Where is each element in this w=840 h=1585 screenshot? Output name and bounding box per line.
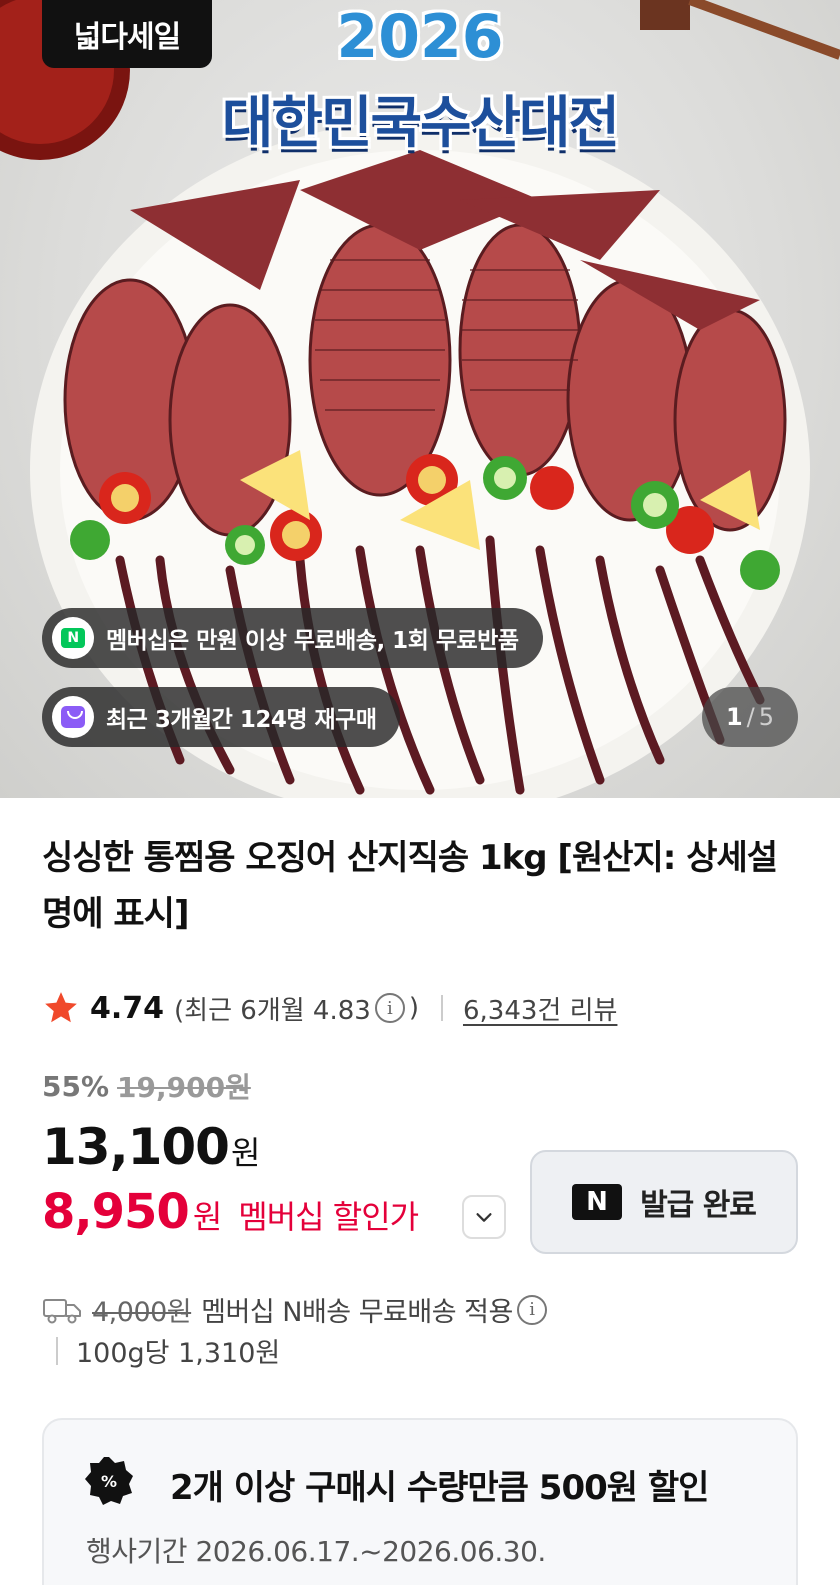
image-counter-separator: / bbox=[746, 703, 755, 731]
shipping-row: 4,000원 멤버십 N배송 무료배송 적용 i bbox=[42, 1290, 551, 1329]
svg-text:%: % bbox=[101, 1472, 117, 1491]
repurchase-text: 최근 3개월간 124명 재구매 bbox=[106, 707, 377, 733]
membership-benefit-text: 멤버십은 만원 이상 무료배송, 1회 무료반품 bbox=[106, 628, 519, 654]
rating-row: 4.74 (최근 6개월 4.83 i ) 6,343건 리뷰 bbox=[42, 988, 617, 1028]
chevron-down-icon bbox=[476, 1213, 492, 1222]
promotion-period: 행사기간 2026.06.17.~2026.06.30. bbox=[86, 1535, 546, 1568]
original-price: 19,900원 bbox=[117, 1071, 251, 1104]
sale-price: 13,100 원 bbox=[42, 1118, 260, 1176]
discount-rate: 55% bbox=[42, 1069, 110, 1103]
image-counter-current: 1 bbox=[725, 703, 743, 731]
rating-value: 4.74 bbox=[90, 990, 165, 1026]
discount-row: 55% 19,900원 bbox=[42, 1066, 251, 1106]
image-counter: 1 / 5 bbox=[702, 687, 798, 747]
naver-n-icon: N bbox=[572, 1184, 623, 1220]
recent-rating-close: ) bbox=[408, 993, 419, 1023]
image-counter-total: 5 bbox=[758, 703, 775, 731]
membership-benefit-pill: N 멤버십은 만원 이상 무료배송, 1회 무료반품 bbox=[42, 608, 543, 668]
coupon-button-label: 발급 완료 bbox=[640, 1188, 757, 1223]
unit-price: 100g당 1,310원 bbox=[76, 1338, 281, 1369]
sale-price-unit: 원 bbox=[230, 1134, 261, 1172]
product-title: 싱싱한 통찜용 오징어 산지직송 1kg [원산지: 상세설명에 표시] bbox=[42, 838, 778, 934]
review-count-link[interactable]: 6,343건 리뷰 bbox=[463, 990, 617, 1027]
sale-price-value: 13,100 bbox=[42, 1118, 230, 1176]
event-title-logo: 대한민국수산대전 bbox=[221, 91, 620, 156]
recent-rating: (최근 6개월 4.83 bbox=[174, 995, 371, 1026]
promotion-card[interactable]: % 2개 이상 구매시 수량만큼 500원 할인 행사기간 2026.06.17… bbox=[42, 1418, 798, 1585]
percent-badge-icon: % bbox=[85, 1457, 133, 1505]
product-image-carousel[interactable]: 넓다세일 2026 대한민국수산대전 N 멤버십은 만원 이상 무료배송, 1회… bbox=[0, 0, 840, 798]
coupon-issued-button[interactable]: N 발급 완료 bbox=[530, 1150, 798, 1254]
n-delivery-icon: N bbox=[52, 617, 94, 659]
star-icon bbox=[45, 992, 77, 1023]
member-price-unit: 원 bbox=[192, 1198, 223, 1236]
event-year-logo: 2026 bbox=[336, 2, 504, 72]
member-price-value: 8,950 bbox=[42, 1184, 190, 1240]
promotion-text: 2개 이상 구매시 수량만큼 500원 할인 bbox=[170, 1468, 709, 1508]
shopping-bag-icon bbox=[52, 696, 94, 738]
member-price-dropdown[interactable] bbox=[462, 1195, 506, 1239]
truck-icon bbox=[43, 1298, 81, 1323]
info-icon[interactable]: i bbox=[374, 993, 405, 1023]
repurchase-pill: 최근 3개월간 124명 재구매 bbox=[42, 687, 401, 747]
divider bbox=[56, 1336, 58, 1365]
unit-price-row: 100g당 1,310원 bbox=[56, 1331, 280, 1370]
member-price-label: 멤버십 할인가 bbox=[238, 1198, 419, 1236]
member-price: 8,950 원 멤버십 할인가 bbox=[42, 1184, 419, 1240]
shipping-original-fee: 4,000원 bbox=[92, 1297, 192, 1328]
shipping-info-icon[interactable]: i bbox=[516, 1294, 547, 1325]
shipping-description: 멤버십 N배송 무료배송 적용 bbox=[201, 1297, 513, 1328]
divider bbox=[440, 995, 443, 1021]
